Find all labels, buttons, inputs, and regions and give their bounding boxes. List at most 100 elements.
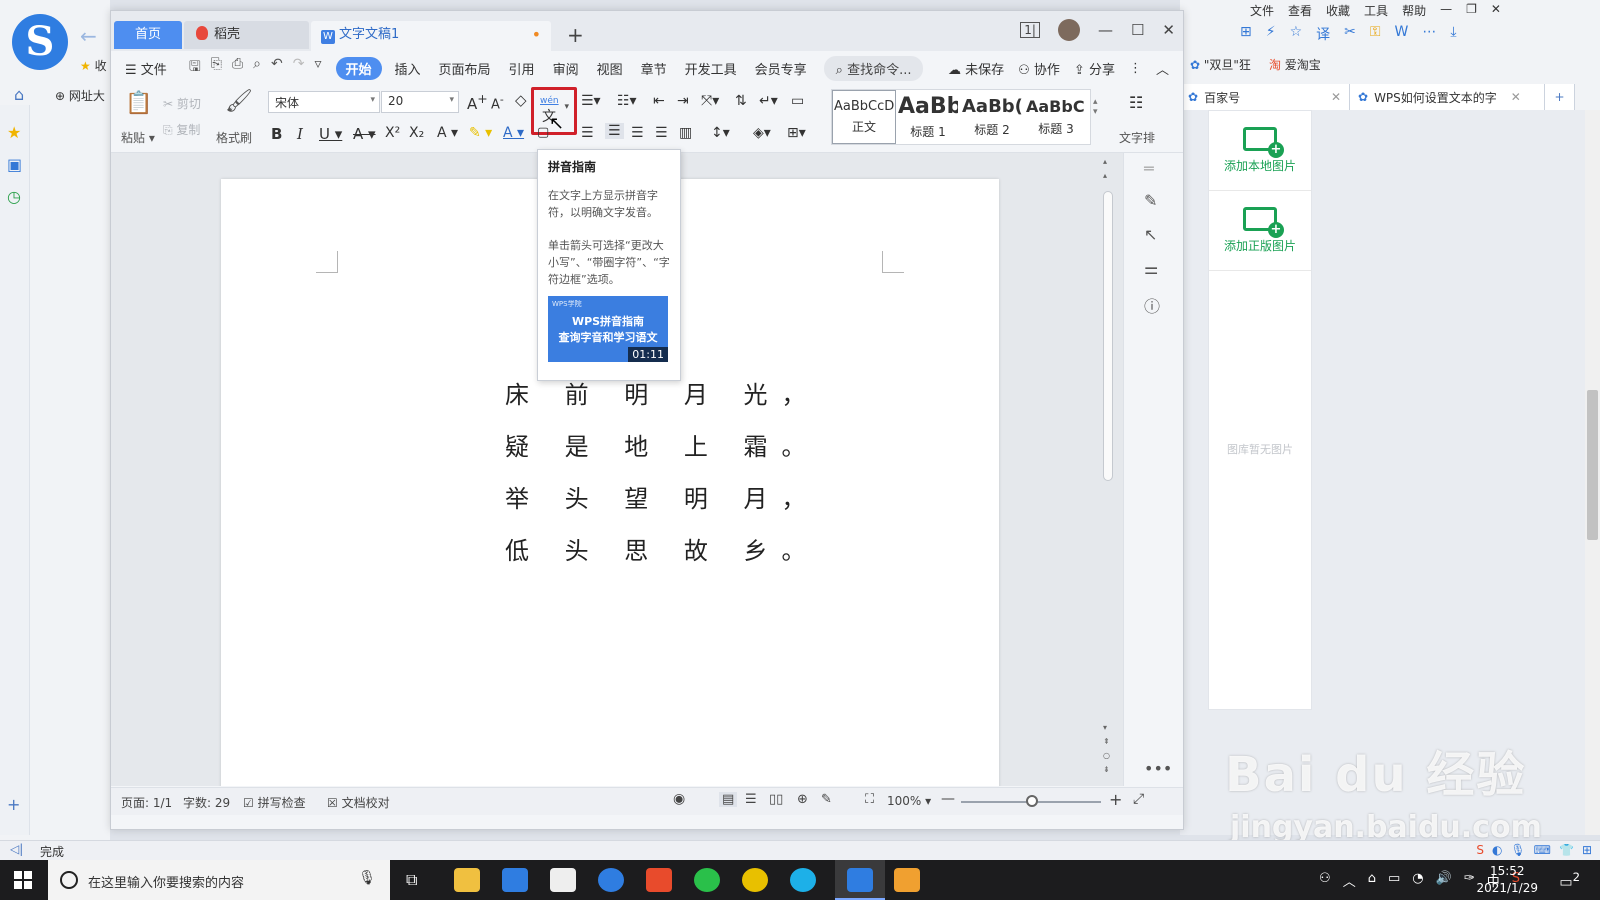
font-color-icon[interactable]: A ▾ (503, 125, 524, 141)
mail-icon[interactable] (502, 868, 528, 892)
translate-icon[interactable]: 译 (1316, 24, 1330, 44)
customize-icon[interactable]: ▿ (314, 56, 321, 80)
text-tool-icon[interactable]: ☷ (1129, 93, 1143, 112)
border-icon[interactable]: ⊞▾ (787, 125, 806, 141)
tab-close-icon[interactable]: ✕ (1331, 90, 1341, 104)
document-scrollbar[interactable]: ▴ ▴ ▾ ⇞ ○ ⇟ (1099, 153, 1115, 786)
close-icon[interactable]: ✕ (1491, 2, 1501, 19)
undo-icon[interactable]: ↶ (271, 56, 283, 80)
justify-icon[interactable]: ☰ (655, 125, 668, 141)
style-heading-1[interactable]: AaBb 标题 1 (896, 90, 960, 144)
scroll-up-small-icon[interactable]: ▴ (1103, 171, 1107, 180)
grid-icon[interactable]: ⊞ (1240, 24, 1252, 44)
webpage-scrollbar[interactable] (1585, 110, 1600, 835)
grow-font-icon[interactable]: A+ (467, 91, 488, 113)
bold-icon[interactable]: B (271, 125, 282, 143)
export-icon[interactable]: ⎘ (211, 56, 222, 80)
tab-daoke[interactable]: 稻壳 (184, 21, 309, 49)
mic-icon[interactable]: 🎙 (1510, 843, 1525, 857)
web-view-icon[interactable]: ⊕ (797, 792, 808, 807)
browser-tab-baijiahao[interactable]: ✿ 百家号 ✕ (1180, 84, 1350, 110)
add-licensed-image-button[interactable]: 添加正版图片 (1209, 191, 1311, 271)
increase-indent-icon[interactable]: ⇥ (677, 93, 689, 109)
scrollbar-thumb[interactable] (1103, 191, 1113, 481)
scroll-down-icon[interactable]: ▾ (1103, 723, 1107, 732)
select-browse-icon[interactable]: ○ (1103, 751, 1110, 760)
close-icon[interactable]: ✕ (1162, 21, 1175, 39)
lightning-icon[interactable]: ⚡ (1266, 24, 1276, 44)
minimize-icon[interactable]: — (1098, 21, 1113, 39)
font-name-select[interactable]: 宋体 ▾ (268, 91, 380, 113)
window-layout-icon[interactable]: 1| (1020, 22, 1040, 38)
network-share-icon[interactable]: ⌂ (1368, 871, 1376, 890)
sogou-browser-taskbar-icon[interactable] (598, 868, 624, 892)
wechat-icon[interactable] (694, 868, 720, 892)
paste-icon[interactable]: 📋 (125, 91, 152, 116)
microphone-icon[interactable]: 🎙 (358, 870, 376, 886)
wifi-icon[interactable]: ◔ (1412, 871, 1423, 890)
print-icon[interactable]: ⎙ (232, 56, 243, 80)
reading-view-icon[interactable]: ▯▯ (769, 792, 783, 807)
text-tool-button[interactable]: 文字排 (1119, 129, 1155, 146)
scroll-up-icon[interactable]: ▴ (1103, 157, 1107, 166)
align-left-icon[interactable]: ☰ (581, 125, 594, 141)
fit-page-icon[interactable]: ⛶ (865, 792, 874, 807)
people-icon[interactable]: ⚇ (1319, 871, 1331, 890)
task-view-icon[interactable]: ⧉ (406, 870, 417, 890)
clear-format-icon[interactable]: ◇ (515, 91, 527, 109)
save-icon[interactable]: 🖫 (189, 56, 201, 80)
menu-page-layout[interactable]: 页面布局 (430, 59, 500, 78)
text-effect-icon[interactable]: A ▾ (437, 125, 458, 141)
pen-edit-icon[interactable]: ✎ (1144, 191, 1157, 210)
bookmark-aitaobao[interactable]: 淘 爱淘宝 (1269, 56, 1321, 73)
bookmark-shuangdan[interactable]: ✿ "双旦"狂 (1190, 56, 1251, 73)
file-explorer-icon[interactable] (454, 868, 480, 892)
font-size-select[interactable]: 20 ▾ (381, 91, 459, 113)
favorites-link[interactable]: ★ 收 (80, 57, 107, 74)
browser-menu-tools[interactable]: 工具 (1364, 2, 1388, 19)
outline-view-icon[interactable]: ☰ (745, 792, 757, 807)
speaker-icon[interactable]: ◐ (1492, 843, 1502, 857)
menu-view[interactable]: 视图 (588, 59, 632, 78)
eye-protect-icon[interactable]: ◉ (673, 791, 685, 807)
drag-handle-icon[interactable]: ═ (1144, 159, 1154, 178)
strikethrough-icon[interactable]: A ▾ (353, 125, 376, 143)
spell-check-button[interactable]: ☑ 拼写检查 (243, 794, 306, 811)
align-center-icon[interactable]: ☰ (605, 123, 624, 139)
menu-insert[interactable]: 插入 (386, 59, 430, 78)
highlight-icon[interactable]: ✎ ▾ (469, 125, 492, 141)
weather-app-icon[interactable] (894, 868, 920, 892)
style-heading-3[interactable]: AaBbC( 标题 3 (1024, 90, 1088, 144)
fullscreen-icon[interactable]: ⤢ (1133, 791, 1144, 807)
paste-button[interactable]: 粘贴 ▾ (121, 129, 155, 146)
poem-text[interactable]: 床 前 明 月 光， 疑 是 地 上 霜。 举 头 望 明 月， 低 头 思 故… (505, 369, 820, 577)
style-scroll-icon[interactable]: ▴ ▾ (1093, 97, 1098, 117)
more-icon[interactable]: ⋯ (1422, 24, 1436, 44)
underline-icon[interactable]: U ▾ (319, 125, 342, 143)
more-horizontal-icon[interactable]: ••• (1144, 759, 1172, 778)
shirt-icon[interactable]: 👕 (1559, 843, 1574, 857)
tray-expand-icon[interactable]: ︿ (1343, 871, 1356, 890)
system-clock[interactable]: 15:52 2021/1/29 (1476, 863, 1538, 897)
more-vertical-icon[interactable]: ⋮ (1129, 61, 1142, 76)
table-borders-icon[interactable]: ▭ (791, 93, 804, 109)
subscript-icon[interactable]: X₂ (409, 125, 424, 141)
page-view-icon[interactable]: ▤ (719, 792, 738, 807)
tab-close-icon[interactable]: ✕ (1511, 90, 1521, 104)
history-clock-icon[interactable]: ◷ (7, 187, 21, 206)
zoom-out-icon[interactable]: — (941, 791, 955, 807)
sort-icon[interactable]: ⇅ (735, 93, 747, 109)
poem-line-3[interactable]: 举 头 望 明 月， (505, 473, 820, 525)
tooltip-video-thumbnail[interactable]: WPS学院 WPS拼音指南 查询字音和学习语文 01:11 (548, 296, 668, 362)
decrease-indent-icon[interactable]: ⇤ (653, 93, 665, 109)
sogou-browser-logo[interactable]: S (12, 14, 68, 70)
download-icon[interactable]: ⤓ (1450, 24, 1456, 44)
select-cursor-icon[interactable]: ↖ (1144, 225, 1157, 244)
wps-taskbar-button[interactable] (835, 860, 885, 900)
menu-developer[interactable]: 开发工具 (676, 59, 746, 78)
browser-menu-file[interactable]: 文件 (1250, 2, 1274, 19)
maximize-icon[interactable]: ☐ (1131, 21, 1144, 39)
italic-icon[interactable]: I (297, 125, 303, 143)
site-nav-link[interactable]: ⊕ 网址大 (55, 87, 105, 104)
prev-page-icon[interactable]: ⇞ (1103, 737, 1110, 746)
